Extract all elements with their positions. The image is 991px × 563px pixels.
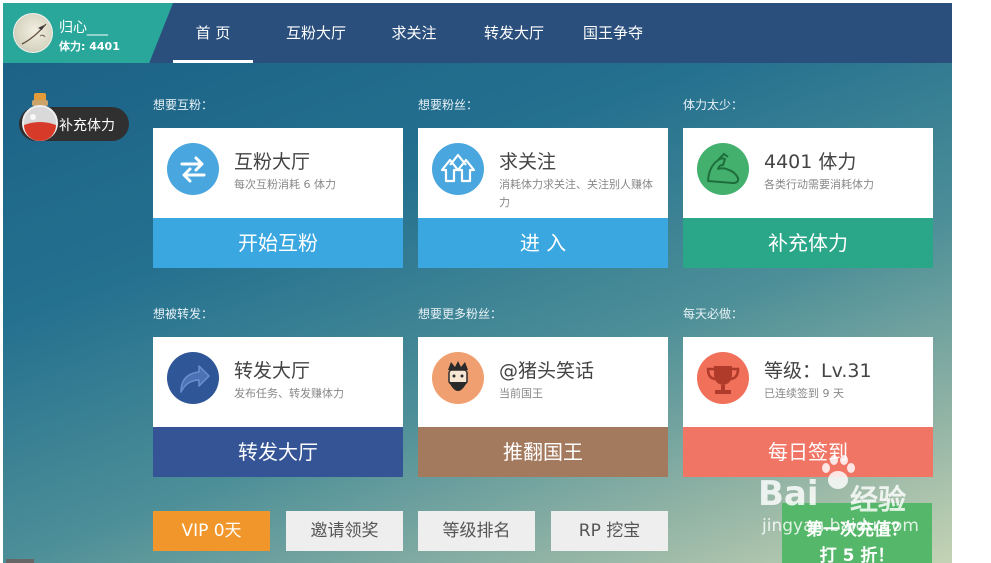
card-title: 互粉大厅 bbox=[234, 151, 311, 173]
section-title-more-fans: 想要更多粉丝： bbox=[418, 307, 503, 321]
user-energy: 体力: 4401 bbox=[59, 40, 120, 53]
card-body: 求关注 消耗体力求关注、关注别人赚体力 bbox=[418, 128, 668, 218]
card-title: 转发大厅 bbox=[234, 360, 311, 382]
muscle-arm-icon bbox=[697, 143, 749, 195]
card-body: 互粉大厅 每次互粉消耗 6 体力 bbox=[153, 128, 403, 218]
supply-energy-label: 补充体力 bbox=[59, 118, 115, 134]
card-body: 等级：Lv.31 已连续签到 9 天 bbox=[683, 337, 933, 427]
first-recharge-promo[interactable]: 第一次充值？ 打 5 折！ bbox=[782, 503, 932, 563]
repost-hall-button[interactable]: 转发大厅 bbox=[153, 427, 403, 477]
rp-treasure-button[interactable]: RP 挖宝 bbox=[551, 511, 668, 551]
section-title-mutual: 想要互粉： bbox=[153, 98, 214, 112]
card-body: @猪头笑话 当前国王 bbox=[418, 337, 668, 427]
level-ranking-button[interactable]: 等级排名 bbox=[418, 511, 535, 551]
card-description: 发布任务、转发赚体力 bbox=[234, 387, 344, 400]
supply-energy-pill[interactable]: 补充体力 bbox=[19, 93, 129, 141]
king-avatar-icon bbox=[432, 352, 484, 404]
card-repost: 转发大厅 发布任务、转发赚体力 转发大厅 bbox=[153, 337, 403, 477]
section-title-energy: 体力太少： bbox=[683, 98, 744, 112]
card-body: 4401 体力 各类行动需要消耗体力 bbox=[683, 128, 933, 218]
scrollbar-thumb[interactable] bbox=[6, 559, 34, 563]
card-body: 转发大厅 发布任务、转发赚体力 bbox=[153, 337, 403, 427]
enter-button[interactable]: 进 入 bbox=[418, 218, 668, 268]
card-title: 等级：Lv.31 bbox=[764, 360, 872, 382]
page-margin bbox=[952, 0, 991, 563]
vip-button[interactable]: VIP 0天 bbox=[153, 511, 270, 551]
card-mutual-follow: 互粉大厅 每次互粉消耗 6 体力 开始互粉 bbox=[153, 128, 403, 268]
card-description: 每次互粉消耗 6 体力 bbox=[234, 178, 336, 191]
potion-icon bbox=[22, 93, 58, 141]
section-title-repost: 想被转发： bbox=[153, 307, 214, 321]
card-title: 4401 体力 bbox=[764, 151, 857, 173]
overthrow-king-button[interactable]: 推翻国王 bbox=[418, 427, 668, 477]
tab-home[interactable]: 首 页 bbox=[173, 3, 253, 63]
invite-reward-button[interactable]: 邀请领奖 bbox=[286, 511, 403, 551]
forward-arrow-icon bbox=[167, 352, 219, 404]
card-description: 已连续签到 9 天 bbox=[764, 387, 844, 400]
tab-repost-hall[interactable]: 转发大厅 bbox=[469, 3, 559, 63]
start-mutual-follow-button[interactable]: 开始互粉 bbox=[153, 218, 403, 268]
card-daily-checkin: 等级：Lv.31 已连续签到 9 天 每日签到 bbox=[683, 337, 933, 477]
supply-energy-button[interactable]: 补充体力 bbox=[683, 218, 933, 268]
app-window: 归心___ 体力: 4401 首 页 互粉大厅 求关注 转发大厅 国王争夺 补充… bbox=[3, 3, 952, 563]
up-arrows-icon bbox=[432, 143, 484, 195]
card-title: @猪头笑话 bbox=[499, 360, 595, 382]
section-title-fans: 想要粉丝： bbox=[418, 98, 479, 112]
card-king: @猪头笑话 当前国王 推翻国王 bbox=[418, 337, 668, 477]
card-description: 消耗体力求关注、关注别人赚体力 bbox=[499, 178, 653, 209]
user-name: 归心___ bbox=[59, 20, 108, 36]
exchange-arrows-icon bbox=[167, 143, 219, 195]
tab-king-battle[interactable]: 国王争夺 bbox=[573, 3, 653, 63]
card-energy: 4401 体力 各类行动需要消耗体力 补充体力 bbox=[683, 128, 933, 268]
card-description: 当前国王 bbox=[499, 387, 543, 400]
daily-checkin-button[interactable]: 每日签到 bbox=[683, 427, 933, 477]
avatar[interactable] bbox=[13, 13, 53, 53]
recharge-line-1: 第一次充值？ bbox=[806, 520, 908, 540]
recharge-line-2: 打 5 折！ bbox=[819, 546, 895, 563]
card-description: 各类行动需要消耗体力 bbox=[764, 178, 874, 191]
card-title: 求关注 bbox=[499, 151, 557, 173]
section-title-daily: 每天必做： bbox=[683, 307, 744, 321]
top-navigation-bar: 归心___ 体力: 4401 首 页 互粉大厅 求关注 转发大厅 国王争夺 bbox=[3, 3, 952, 63]
trophy-icon bbox=[697, 352, 749, 404]
tab-seek-follow[interactable]: 求关注 bbox=[379, 3, 449, 63]
tab-mutual-follow-hall[interactable]: 互粉大厅 bbox=[271, 3, 361, 63]
card-seek-follow: 求关注 消耗体力求关注、关注别人赚体力 进 入 bbox=[418, 128, 668, 268]
